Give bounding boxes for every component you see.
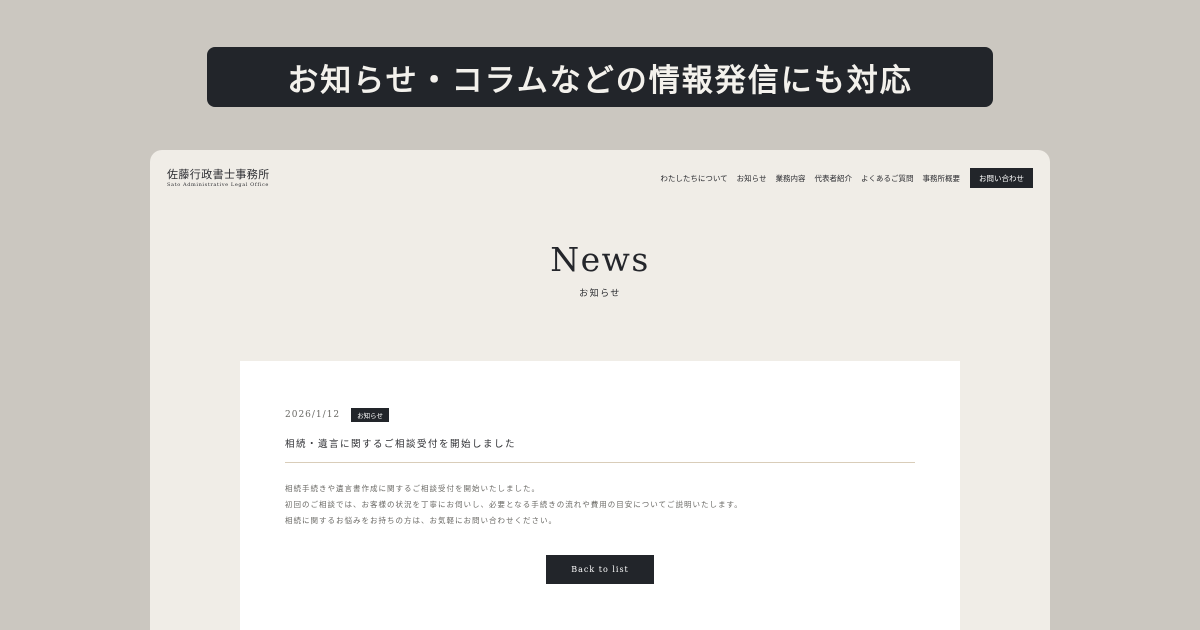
logo-japanese: 佐藤行政書士事務所 [167,168,270,181]
nav-item-office[interactable]: 事務所概要 [923,173,961,184]
article-body-line: 相続手続きや遺言書作成に関するご相談受付を開始いたしました。 [285,484,540,493]
article-title: 相続・遺言に関するご相談受付を開始しました [285,439,517,450]
category-badge: お知らせ [351,408,390,422]
global-nav: わたしたちについて お知らせ 業務内容 代表者紹介 よくあるご質問 事務所概要 … [651,168,1033,188]
page-title: News [550,240,650,279]
news-article-card: 2026/1/12 お知らせ 相続・遺言に関するご相談受付を開始しました 相続手… [240,361,960,630]
article-meta: 2026/1/12 お知らせ [285,408,390,422]
nav-item-representative[interactable]: 代表者紹介 [815,173,853,184]
page-subtitle: お知らせ [579,289,621,299]
nav-item-services[interactable]: 業務内容 [776,173,806,184]
back-to-list-button[interactable]: Back to list [546,555,654,584]
feature-banner: お知らせ・コラムなどの情報発信にも対応 [207,47,993,107]
article-body-line: 相続に関するお悩みをお持ちの方は、お気軽にお問い合わせください。 [285,516,557,525]
nav-item-news[interactable]: お知らせ [737,173,767,184]
nav-item-faq[interactable]: よくあるご質問 [861,173,914,184]
article-body: 相続手続きや遺言書作成に関するご相談受付を開始いたしました。 初回のご相談では、… [285,481,925,529]
nav-item-about[interactable]: わたしたちについて [660,173,727,184]
contact-button[interactable]: お問い合わせ [970,168,1033,188]
logo-english: Sato Administrative Legal Office [167,182,269,188]
article-divider [285,462,915,463]
website-preview: 佐藤行政書士事務所 Sato Administrative Legal Offi… [150,150,1050,630]
site-logo[interactable]: 佐藤行政書士事務所 Sato Administrative Legal Offi… [167,168,270,189]
article-date: 2026/1/12 [285,410,341,420]
article-body-line: 初回のご相談では、お客様の状況を丁寧にお伺いし、必要となる手続きの流れや費用の目… [285,500,743,509]
